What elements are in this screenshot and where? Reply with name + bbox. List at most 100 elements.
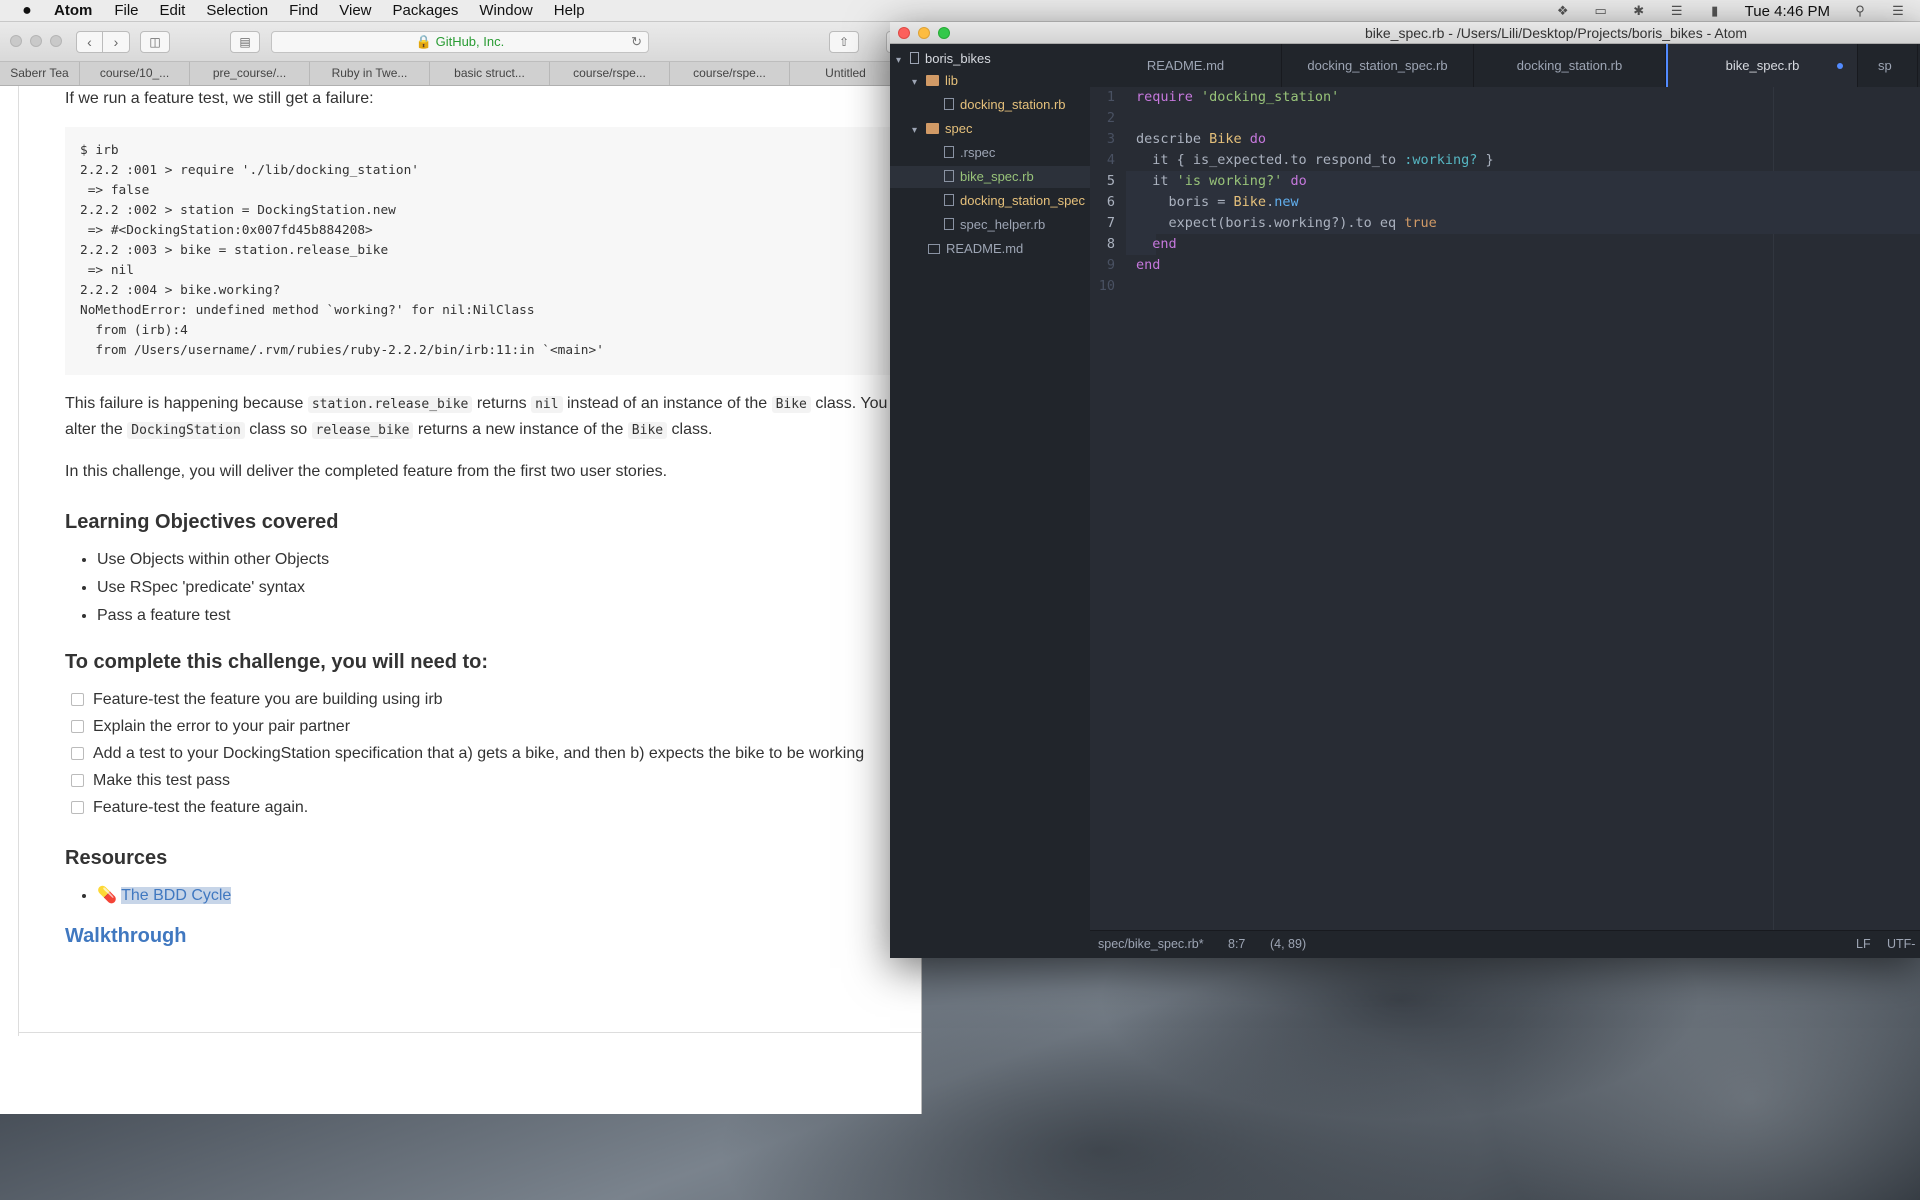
zoom-button[interactable] <box>50 35 62 47</box>
notification-center-icon[interactable]: ☰ <box>1890 4 1906 18</box>
dropbox-icon[interactable]: ❖ <box>1555 4 1571 18</box>
tree-item-label: docking_station.rb <box>960 97 1066 112</box>
tab-docking-station[interactable]: docking_station.rb <box>1474 44 1666 87</box>
tab-bike-spec[interactable]: bike_spec.rb <box>1666 44 1858 87</box>
tree-folder-spec[interactable]: ▾ spec <box>912 118 972 140</box>
clock[interactable]: Tue 4:46 PM <box>1745 3 1830 20</box>
tree-file-rspec[interactable]: .rspec <box>944 142 995 164</box>
minimize-button[interactable] <box>918 27 930 39</box>
token: describe <box>1136 131 1202 147</box>
menu-file[interactable]: File <box>114 2 138 19</box>
task-item: Explain the error to your pair partner <box>65 714 921 739</box>
menu-find[interactable]: Find <box>289 2 318 19</box>
battery-icon[interactable]: ▮ <box>1707 4 1723 18</box>
tab-overflow[interactable]: sp <box>1858 44 1918 87</box>
tab-docking-station-spec[interactable]: docking_station_spec.rb <box>1282 44 1474 87</box>
address-text: GitHub, Inc. <box>435 34 505 49</box>
back-button[interactable]: ‹ <box>76 31 103 53</box>
walkthrough-link[interactable]: Walkthrough <box>65 924 921 949</box>
text: instead of an instance of the <box>562 395 772 412</box>
chevron-down-icon: ▾ <box>912 77 918 88</box>
menu-selection[interactable]: Selection <box>206 2 268 19</box>
task-checkbox[interactable] <box>71 801 84 814</box>
sidebar-toggle-icon[interactable]: ◫ <box>140 31 170 53</box>
line-number: 7 <box>1106 215 1115 231</box>
line-number: 10 <box>1098 278 1115 294</box>
resources-list: 💊 The BDD Cycle <box>97 883 921 908</box>
status-file-path[interactable]: spec/bike_spec.rb* <box>1098 931 1204 958</box>
text: returns <box>472 395 532 412</box>
line-number: 1 <box>1106 89 1115 105</box>
reader-icon[interactable]: ▤ <box>230 31 260 53</box>
code-line: from /Users/username/.rvm/rubies/ruby-2.… <box>80 343 604 358</box>
tree-file-docking-station[interactable]: docking_station.rb <box>944 94 1066 116</box>
menu-edit[interactable]: Edit <box>160 2 186 19</box>
minimize-button[interactable] <box>30 35 42 47</box>
tree-file-docking-station-spec[interactable]: docking_station_spec <box>944 190 1085 212</box>
bluetooth-icon[interactable]: ✱ <box>1631 4 1647 18</box>
project-root[interactable]: ▾ boris_bikes <box>896 48 991 70</box>
browser-tab[interactable]: course/10_... <box>80 62 190 85</box>
code-editor[interactable]: 1 2 3 4 5 6 7 8 9 10 require 'docking_st… <box>1090 87 1920 930</box>
close-button[interactable] <box>10 35 22 47</box>
menu-packages[interactable]: Packages <box>393 2 459 19</box>
menu-bar: ● Atom File Edit Selection Find View Pac… <box>0 0 1920 22</box>
task-checkbox[interactable] <box>71 720 84 733</box>
line-number: 6 <box>1106 194 1115 210</box>
tree-file-readme[interactable]: README.md <box>928 238 1023 260</box>
safari-toolbar: ‹ › ◫ ▤ 🔒 GitHub, Inc. ↻ ⇧ ▣ <box>0 22 921 62</box>
book-icon <box>928 244 940 254</box>
code-line: => nil <box>80 263 134 278</box>
task-item: Add a test to your DockingStation specif… <box>65 741 921 766</box>
failure-paragraph: This failure is happening because statio… <box>65 391 921 443</box>
tree-folder-lib[interactable]: ▾ lib <box>912 70 958 92</box>
menu-help[interactable]: Help <box>554 2 585 19</box>
browser-tab[interactable]: basic struct... <box>430 62 550 85</box>
address-bar[interactable]: 🔒 GitHub, Inc. ↻ <box>271 31 649 53</box>
close-button[interactable] <box>898 27 910 39</box>
line-number: 9 <box>1106 257 1115 273</box>
intro-paragraph: If we run a feature test, we still get a… <box>65 90 374 107</box>
share-icon[interactable]: ⇧ <box>829 31 859 53</box>
menu-view[interactable]: View <box>339 2 371 19</box>
task-checkbox[interactable] <box>71 693 84 706</box>
spotlight-search-icon[interactable]: ⚲ <box>1852 4 1868 18</box>
task-item: Feature-test the feature again. <box>65 795 921 820</box>
token: end <box>1136 236 1177 252</box>
tab-readme[interactable]: README.md <box>1090 44 1282 87</box>
browser-tab[interactable]: course/rspe... <box>670 62 790 85</box>
token: :working? <box>1404 152 1478 168</box>
forward-button[interactable]: › <box>103 31 130 53</box>
task-label: Make this test pass <box>93 772 230 789</box>
list-item: Pass a feature test <box>97 603 921 628</box>
project-name: boris_bikes <box>925 51 991 66</box>
tree-file-spec-helper[interactable]: spec_helper.rb <box>944 214 1045 236</box>
wifi-icon[interactable]: ☰ <box>1669 4 1685 18</box>
airplay-icon[interactable]: ▭ <box>1593 4 1609 18</box>
task-checkbox[interactable] <box>71 747 84 760</box>
code-lines: require 'docking_station' describe Bike … <box>1126 87 1920 297</box>
line-number: 4 <box>1106 152 1115 168</box>
divider <box>19 1032 921 1033</box>
status-encoding[interactable]: UTF-8 <box>1887 931 1920 958</box>
menu-window[interactable]: Window <box>479 2 532 19</box>
code-line: => false <box>80 183 150 198</box>
reload-icon[interactable]: ↻ <box>631 32 642 52</box>
browser-tab[interactable]: pre_course/... <box>190 62 310 85</box>
browser-tab[interactable]: Saberr Tea <box>0 62 80 85</box>
status-cursor-position[interactable]: 8:7 <box>1228 931 1245 958</box>
tree-view: ▾ boris_bikes ▾ lib docking_station.rb ▾ sp… <box>890 44 1090 958</box>
browser-tab[interactable]: course/rspe... <box>550 62 670 85</box>
browser-tab[interactable]: Untitled <box>790 62 902 85</box>
tree-file-bike-spec[interactable]: bike_spec.rb <box>890 166 1090 188</box>
browser-tab[interactable]: Ruby in Twe... <box>310 62 430 85</box>
irb-code-block: $ irb 2.2.2 :001 > require './lib/docking… <box>65 127 921 375</box>
zoom-button[interactable] <box>938 27 950 39</box>
window-title: bike_spec.rb - /Users/Lili/Desktop/Proje… <box>1365 25 1748 41</box>
menu-app-name[interactable]: Atom <box>54 2 92 19</box>
task-checkbox[interactable] <box>71 774 84 787</box>
apple-icon[interactable]: ● <box>0 2 54 20</box>
status-line-ending[interactable]: LF <box>1856 931 1871 958</box>
bdd-cycle-link[interactable]: The BDD Cycle <box>121 887 232 904</box>
